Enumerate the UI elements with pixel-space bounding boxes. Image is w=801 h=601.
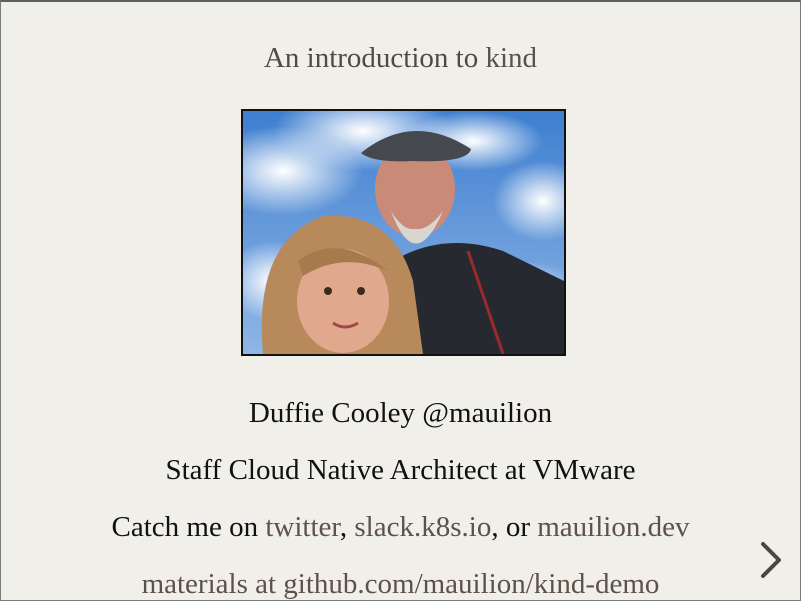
speaker-name: Duffie Cooley @mauilion [248,397,553,429]
materials-link[interactable]: materials at github.com/mauilion/kind-de… [1,568,800,600]
chevron-right-icon [761,542,781,578]
next-slide-button[interactable] [753,538,787,582]
contact-separator: , [339,511,355,543]
slide: An introduction to kind Duffie Cooley @m… [0,0,801,601]
speaker-role: Staff Cloud Native Architect at VMware [165,454,636,486]
title-prefix: An introduction to [263,42,486,74]
speaker-photo [241,109,566,356]
slide-title: An introduction to kind [1,42,800,75]
slack-link[interactable]: slack.k8s.io [354,511,491,543]
photo-illustration [243,111,564,354]
website-link[interactable]: mauilion.dev [537,511,689,543]
contact-prefix: Catch me on [111,511,266,543]
title-link-kind[interactable]: kind [485,42,537,74]
contact-line: Catch me on twitter, slack.k8s.io, or ma… [1,511,800,544]
twitter-link[interactable]: twitter [265,511,340,543]
contact-separator-or: , or [491,511,538,543]
